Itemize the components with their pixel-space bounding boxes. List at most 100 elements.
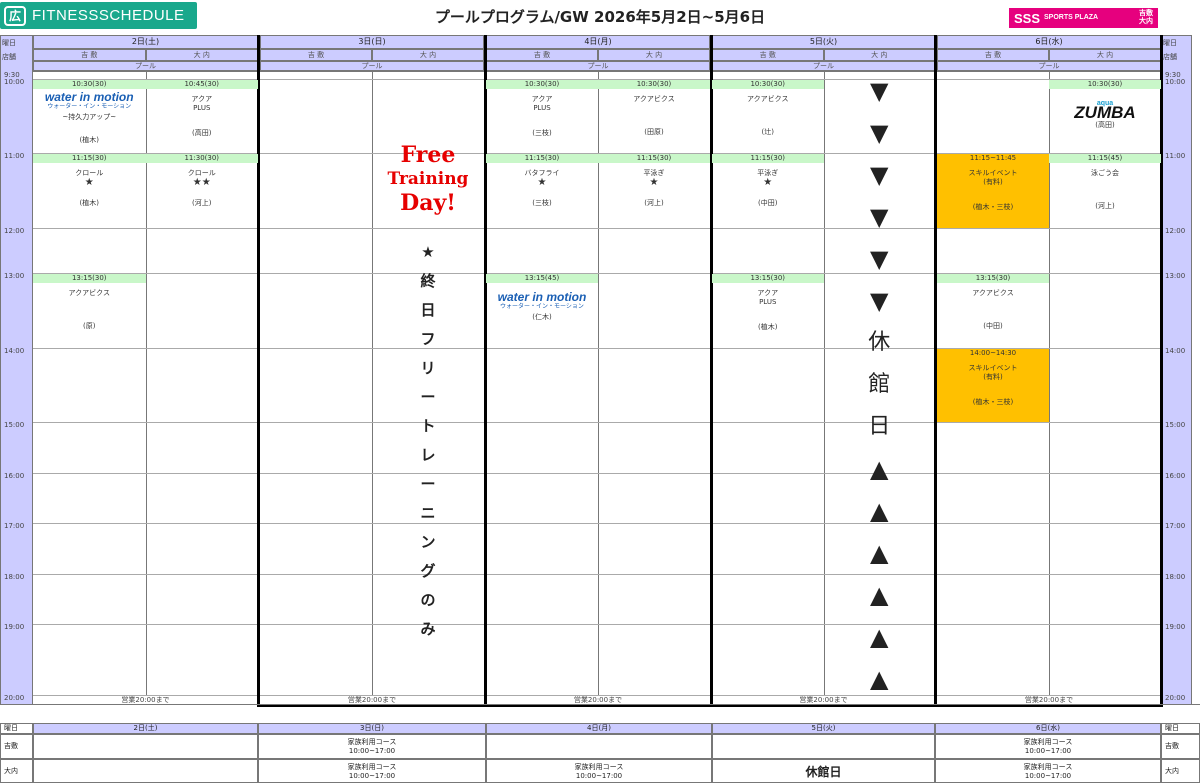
class-slot[interactable]: 11:15(30) 平泳ぎ ★ (中田) [712, 154, 824, 228]
class-time: 13:15(30) [937, 274, 1049, 283]
class-instructor: (植木・三枝) [972, 203, 1014, 211]
difficulty-stars: ★★ [192, 177, 211, 188]
left-time-label: 17:00 [4, 522, 25, 530]
bottom-row-label-right: 曜日 [1161, 723, 1200, 734]
store-header: 大 内 [598, 49, 710, 61]
hour-line [937, 473, 1161, 474]
class-slot[interactable]: 10:30(30) アクアビクス (辻) [712, 80, 824, 153]
store-header: 吉 敷 [33, 49, 146, 61]
class-instructor: (高田) [1095, 121, 1115, 129]
class-slot[interactable]: 13:15(30) アクアビクス (中田) [937, 274, 1049, 348]
class-slot[interactable]: 13:15(30) アクア PLUS (植木) [712, 274, 824, 348]
beginner-mark-icon [488, 272, 499, 284]
closed-char: 館 [868, 372, 891, 397]
class-time: 10:45(30) [145, 80, 258, 89]
class-name: スキルイベント [968, 169, 1018, 177]
class-slot[interactable]: 11:15(30) バタフライ ★ (三枝) [486, 154, 598, 228]
right-time-label: 17:00 [1165, 522, 1186, 530]
class-slot[interactable]: 11:30(30) クロール ★★ (河上) [145, 154, 258, 228]
beginner-mark-icon [36, 77, 47, 89]
right-time-label: 13:00 [1165, 272, 1186, 280]
hour-line [486, 228, 710, 229]
class-slot[interactable]: 11:15~11:45 スキルイベント (有料) (植木・三枝) [937, 154, 1049, 228]
up-arrow-icon: ▲ [870, 665, 889, 693]
hour-line [260, 228, 484, 229]
hour-line [486, 574, 710, 575]
class-name-2: PLUS [193, 104, 211, 112]
class-name-2: PLUS [533, 104, 551, 112]
left-time-column [0, 35, 33, 705]
class-slot[interactable]: 13:15(30) アクアビクス (原) [33, 274, 146, 348]
vertical-char: 終 [420, 272, 436, 290]
class-slot[interactable]: 10:30(30) アクア PLUS (三枝) [486, 80, 598, 153]
beginner-mark-icon [600, 152, 611, 164]
class-name: アクア [191, 95, 213, 103]
left-weekday-label: 曜日 [2, 39, 16, 47]
vertical-char: ー [420, 475, 436, 493]
class-slot[interactable]: 10:45(30) アクア PLUS (高田) [145, 80, 258, 153]
right-time-label: 16:00 [1165, 472, 1186, 480]
day-header: 3日(日) [260, 35, 484, 49]
closed-char: 日 [868, 414, 891, 439]
bottom-day-header: 5日(火) [712, 723, 935, 734]
hour-line [33, 523, 258, 524]
free-day-line2: Training [387, 169, 469, 189]
class-slot[interactable]: 10:30(30) aqua ZUMBA (高田) [1049, 80, 1161, 153]
bottom-yoshiki-cell: 家族利用コース 10:00~17:00 [935, 734, 1161, 759]
hour-line [33, 228, 258, 229]
class-time: 10:30(30) [33, 80, 146, 89]
up-arrow-icon: ▲ [870, 581, 889, 609]
hour-line [937, 422, 1161, 423]
class-slot[interactable]: 11:15(45) 泳ごう会 (河上) [1049, 154, 1161, 228]
left-time-label: 20:00 [4, 694, 25, 702]
hour-line [937, 574, 1161, 575]
class-instructor: (植木) [79, 136, 99, 144]
hour-line [486, 422, 710, 423]
class-name-2: PLUS [759, 298, 777, 306]
class-time: 11:15(45) [1049, 154, 1161, 163]
beginner-mark-icon [36, 272, 47, 284]
class-time: 11:15~11:45 [937, 154, 1049, 163]
left-time-label: 13:00 [4, 272, 25, 280]
down-arrow-icon: ▼ [870, 119, 889, 147]
pool-header: プール [486, 61, 710, 71]
class-slot[interactable]: 14:00~14:30 スキルイベント (有料) (植木・三枝) [937, 349, 1049, 422]
class-slot[interactable]: 13:15(45) water in motion ウォーター・イン・モーション (仁… [486, 274, 598, 348]
water-in-motion-logo: water in motion [33, 91, 146, 103]
branch-bottom: 大内 [1139, 18, 1153, 25]
class-time: 10:30(30) [712, 80, 824, 89]
store-header: 大 内 [145, 49, 258, 61]
header-bottom-line [937, 71, 1161, 72]
vertical-char: ー [420, 388, 436, 406]
hour-line [260, 79, 484, 80]
left-time-label: 14:00 [4, 347, 25, 355]
store-header: 吉 敷 [712, 49, 824, 61]
class-name: アクア [757, 289, 779, 297]
aqua-zumba-logo: aqua ZUMBA [1049, 99, 1161, 121]
up-arrow-icon: ▲ [870, 497, 889, 525]
class-name-2: (有料) [983, 373, 1003, 381]
bottom-yoshiki-cell: 家族利用コース 10:00~17:00 [258, 734, 486, 759]
vertical-char: ト [420, 417, 436, 435]
class-slot[interactable]: 10:30(30) アクアビクス (田原) [598, 80, 710, 153]
vertical-char: の [420, 591, 436, 609]
beginner-mark-icon [148, 152, 159, 164]
hour-line [937, 228, 1161, 229]
class-name-2: (有料) [983, 178, 1003, 186]
store-header: 大 内 [372, 49, 484, 61]
left-store-label: 店舗 [2, 53, 16, 61]
class-instructor: (原) [83, 322, 96, 330]
class-slot[interactable]: 10:30(30) water in motion ウォーター・イン・モーション ~持… [33, 80, 146, 153]
class-slot[interactable]: 11:15(30) 平泳ぎ ★ (河上) [598, 154, 710, 228]
right-time-column [1161, 35, 1192, 705]
bottom-ouchi-cell: 家族利用コース 10:00~17:00 [935, 759, 1161, 783]
class-name: ~持久力アップ~ [62, 113, 117, 121]
vertical-char: グ [420, 562, 436, 580]
right-time-label: 20:00 [1165, 694, 1186, 702]
class-slot[interactable]: 11:15(30) クロール ★ (植木) [33, 154, 146, 228]
up-arrow-icon: ▲ [870, 455, 889, 483]
class-name: 泳ごう会 [1091, 169, 1119, 177]
day-header: 5日(火) [712, 35, 935, 49]
class-time: 13:15(45) [486, 274, 598, 283]
hour-line [486, 624, 710, 625]
